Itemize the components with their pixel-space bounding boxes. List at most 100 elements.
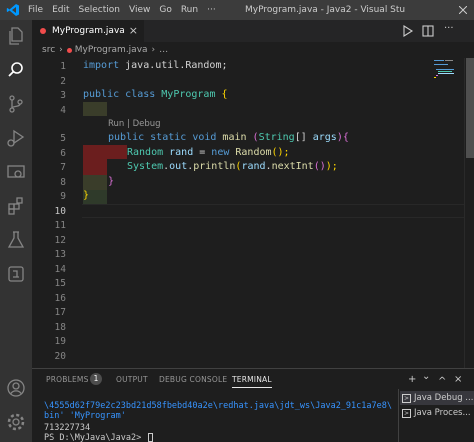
java-projects-icon[interactable] xyxy=(6,264,26,284)
extensions-icon[interactable] xyxy=(6,196,26,216)
breadcrumb-src[interactable]: src xyxy=(42,45,55,55)
terminal-dropdown-icon[interactable]: ⌄ xyxy=(422,371,430,382)
code-token: ( xyxy=(246,132,259,143)
code-token: = xyxy=(193,147,212,158)
line-number: 1 xyxy=(60,61,66,72)
tab-myprogram-java[interactable]: MyProgram.java × xyxy=(32,20,144,42)
breadcrumb-separator: › xyxy=(151,45,156,55)
code-token: Random xyxy=(127,147,164,158)
breadcrumb-separator: › xyxy=(59,45,63,55)
code-token: class xyxy=(125,89,156,100)
run-java-icon[interactable] xyxy=(402,25,414,37)
line-number: 12 xyxy=(54,235,66,246)
breadcrumb-more[interactable]: … xyxy=(159,45,168,55)
line-number: 16 xyxy=(54,293,66,304)
line-number: 7 xyxy=(60,162,66,173)
line-number: 18 xyxy=(54,322,66,333)
code-token: rand xyxy=(241,161,266,172)
search-icon[interactable] xyxy=(6,60,26,80)
code-token: import xyxy=(83,60,120,71)
code-line-8: } xyxy=(108,176,115,187)
tab-debug-console[interactable]: DEBUG CONSOLE xyxy=(159,375,227,384)
editor-tab-bar: MyProgram.java × ··· xyxy=(32,20,474,42)
line-number: 20 xyxy=(54,351,66,362)
code-token: public xyxy=(108,132,145,143)
code-line-7: System.out.println(rand.nextInt()); xyxy=(127,161,338,172)
tab-output[interactable]: OUTPUT xyxy=(116,375,148,384)
code-token: System xyxy=(127,161,164,172)
run-debug-icon[interactable] xyxy=(6,128,26,148)
line-number: 6 xyxy=(60,148,66,159)
error-highlight xyxy=(107,145,127,159)
window-title: MyProgram.java - Java2 - Visual Stu xyxy=(245,5,406,15)
code-line-5: public static void main (String[] args){ xyxy=(108,132,349,143)
code-token: Random xyxy=(229,147,272,158)
code-line-1: import java.util.Random; xyxy=(83,60,228,71)
code-token: java.util.Random; xyxy=(119,60,228,71)
line-number: 11 xyxy=(54,220,66,231)
terminal-instance-label: Java Debug ... xyxy=(414,393,474,403)
code-token: rand xyxy=(163,147,194,158)
breadcrumb-file[interactable]: MyProgram.java xyxy=(75,45,148,55)
more-actions-icon[interactable]: ··· xyxy=(444,23,456,35)
code-token: println xyxy=(193,161,236,172)
code-token: args xyxy=(312,132,337,143)
code-token: static xyxy=(150,132,187,143)
scrollbar-thumb[interactable] xyxy=(466,58,474,158)
problems-count-badge: 1 xyxy=(90,373,102,385)
code-token: (); xyxy=(271,147,290,158)
split-editor-icon[interactable] xyxy=(422,25,434,37)
maximize-panel-icon[interactable]: ^ xyxy=(438,376,446,387)
terminal-instance-label: Java Proces... xyxy=(414,408,471,418)
line-number: 3 xyxy=(60,90,66,101)
account-icon[interactable] xyxy=(6,378,26,398)
source-control-icon[interactable] xyxy=(6,94,26,114)
vscode-logo-icon[interactable] xyxy=(6,3,20,17)
menu-view[interactable]: View xyxy=(129,0,150,20)
line-number: 5 xyxy=(60,133,66,144)
line-number: 9 xyxy=(60,191,66,202)
menu-file[interactable]: File xyxy=(28,0,43,20)
explorer-icon[interactable] xyxy=(6,26,26,46)
menu-more-icon[interactable]: ··· xyxy=(207,0,216,20)
new-terminal-icon[interactable]: + xyxy=(408,374,416,385)
terminal-icon: > xyxy=(402,408,411,418)
code-token: String xyxy=(258,132,295,143)
menu-selection[interactable]: Selection xyxy=(79,0,120,20)
editor-scrollbar[interactable] xyxy=(464,58,474,368)
tab-close-icon[interactable]: × xyxy=(129,24,138,37)
tab-problems[interactable]: PROBLEMS xyxy=(46,375,89,384)
minimap[interactable] xyxy=(432,58,460,118)
code-token: void xyxy=(192,132,217,143)
code-token: ); xyxy=(325,161,338,172)
close-panel-icon[interactable]: × xyxy=(454,374,462,385)
terminal-list-divider xyxy=(398,389,399,442)
code-editor[interactable]: 1 2 3 4 5 6 7 8 9 10 11 12 13 14 15 16 1… xyxy=(32,58,474,368)
title-bar: File Edit Selection View Go Run ··· MyPr… xyxy=(0,0,474,20)
manage-gear-icon[interactable] xyxy=(6,412,26,432)
code-token: nextInt xyxy=(271,161,314,172)
terminal-instance-java-debug[interactable]: > Java Debug ... xyxy=(400,391,474,405)
code-token: out xyxy=(169,161,188,172)
terminal-prompt-line[interactable]: PS D:\MyJava\Java2> xyxy=(44,433,154,442)
terminal-line: bin' 'MyProgram' xyxy=(44,411,126,421)
remote-explorer-icon[interactable] xyxy=(6,162,26,182)
code-token: [] xyxy=(294,132,313,143)
line-number: 17 xyxy=(54,307,66,318)
menu-edit[interactable]: Edit xyxy=(52,0,69,20)
testing-icon[interactable] xyxy=(6,230,26,250)
code-line-6: Random rand = new Random(); xyxy=(127,147,290,158)
line-number: 19 xyxy=(54,336,66,347)
codelens-run-debug[interactable]: Run | Debug xyxy=(108,119,161,129)
tab-terminal[interactable]: TERMINAL xyxy=(232,375,272,388)
line-number: 15 xyxy=(54,278,66,289)
line-number: 2 xyxy=(60,76,66,87)
terminal-instance-java-process[interactable]: > Java Proces... xyxy=(400,406,474,420)
line-number: 4 xyxy=(60,105,66,116)
window-close-icon[interactable] xyxy=(452,0,474,20)
code-token: { xyxy=(342,132,349,143)
menu-run[interactable]: Run xyxy=(181,0,198,20)
menu-go[interactable]: Go xyxy=(159,0,171,20)
terminal-icon: > xyxy=(402,393,411,403)
breadcrumb: src › MyProgram.java › … xyxy=(42,42,168,58)
